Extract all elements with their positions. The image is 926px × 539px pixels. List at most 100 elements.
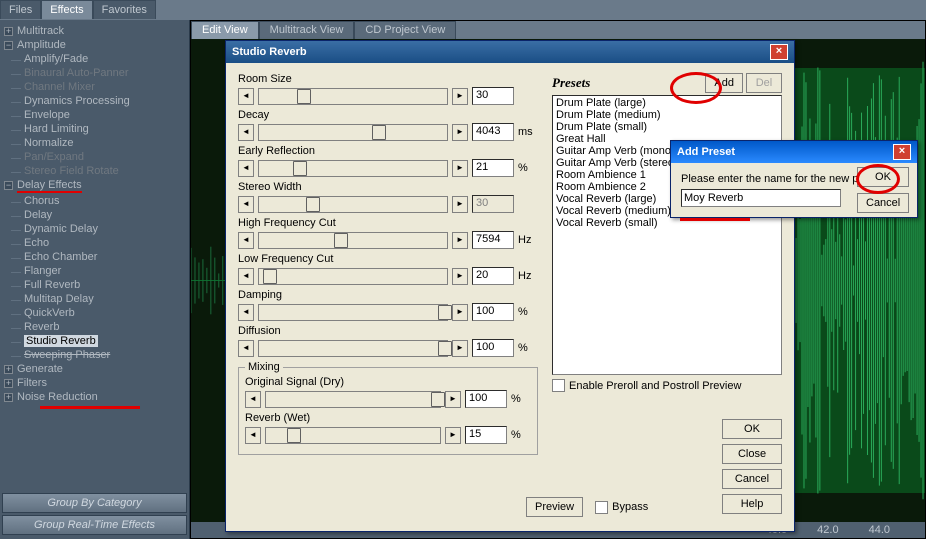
tree-item-studio-reverb[interactable]: Studio Reverb (2, 334, 187, 348)
increment-button[interactable]: ► (452, 340, 468, 357)
tree-item-echo-chamber[interactable]: Echo Chamber (2, 250, 187, 264)
tree-item-chorus[interactable]: Chorus (2, 194, 187, 208)
decrement-button[interactable]: ◄ (245, 391, 261, 408)
add-preset-button[interactable]: Add (705, 73, 743, 93)
increment-button[interactable]: ► (452, 304, 468, 321)
value-input[interactable]: 7594 (472, 231, 514, 249)
tab-favorites[interactable]: Favorites (93, 0, 156, 19)
cancel-button[interactable]: Cancel (722, 469, 782, 489)
preset-item[interactable]: Drum Plate (large) (554, 97, 780, 109)
preset-name-input[interactable] (681, 189, 841, 207)
bypass-checkbox[interactable] (595, 501, 608, 514)
tree-item-echo[interactable]: Echo (2, 236, 187, 250)
tab-edit-view[interactable]: Edit View (191, 21, 259, 39)
tree-item-pan-expand[interactable]: Pan/Expand (2, 150, 187, 164)
decrement-button[interactable]: ◄ (245, 427, 261, 444)
increment-button[interactable]: ► (452, 124, 468, 141)
preset-item[interactable]: Drum Plate (small) (554, 121, 780, 133)
increment-button[interactable]: ► (452, 268, 468, 285)
tab-files[interactable]: Files (0, 0, 41, 19)
decrement-button[interactable]: ◄ (238, 88, 254, 105)
tree-item-multitap-delay[interactable]: Multitap Delay (2, 292, 187, 306)
increment-button[interactable]: ► (452, 160, 468, 177)
decrement-button[interactable]: ◄ (238, 160, 254, 177)
preset-item[interactable]: Drum Plate (medium) (554, 109, 780, 121)
decrement-button[interactable]: ◄ (238, 304, 254, 321)
preset-item[interactable]: Vocal Reverb (small) (554, 217, 780, 229)
decrement-button[interactable]: ◄ (238, 124, 254, 141)
tree-delay-effects[interactable]: −Delay Effects (2, 178, 187, 194)
tree-generate[interactable]: +Generate (2, 362, 187, 376)
unit-label: % (518, 342, 538, 354)
dialog-titlebar[interactable]: Studio Reverb × (226, 41, 794, 63)
slider-track[interactable] (265, 427, 441, 444)
tree-item-dynamics-processing[interactable]: Dynamics Processing (2, 94, 187, 108)
value-input[interactable]: 30 (472, 87, 514, 105)
tree-noise-reduction[interactable]: +Noise Reduction (2, 390, 187, 404)
tree-multitrack[interactable]: +Multitrack (2, 24, 187, 38)
value-input[interactable]: 100 (472, 339, 514, 357)
group-by-category-button[interactable]: Group By Category (2, 493, 187, 513)
slider-track[interactable] (258, 88, 448, 105)
increment-button[interactable]: ► (452, 196, 468, 213)
slider-track[interactable] (258, 196, 448, 213)
tree-item-full-reverb[interactable]: Full Reverb (2, 278, 187, 292)
tree-filters[interactable]: +Filters (2, 376, 187, 390)
decrement-button[interactable]: ◄ (238, 268, 254, 285)
close-icon[interactable]: × (893, 144, 911, 160)
add-preset-ok-button[interactable]: OK (857, 167, 909, 187)
tree-item-quickverb[interactable]: QuickVerb (2, 306, 187, 320)
tab-cd-project-view[interactable]: CD Project View (354, 21, 456, 39)
param-damping: Damping◄►100% (238, 289, 538, 321)
value-input[interactable]: 21 (472, 159, 514, 177)
slider-track[interactable] (258, 160, 448, 177)
enable-preroll-checkbox[interactable] (552, 379, 565, 392)
unit-label: % (511, 393, 531, 405)
tree-item-stereo-field-rotate[interactable]: Stereo Field Rotate (2, 164, 187, 178)
slider-track[interactable] (265, 391, 441, 408)
tree-item-reverb[interactable]: Reverb (2, 320, 187, 334)
group-realtime-effects-button[interactable]: Group Real-Time Effects (2, 515, 187, 535)
tree-item-delay[interactable]: Delay (2, 208, 187, 222)
tab-effects[interactable]: Effects (41, 0, 92, 19)
preview-button[interactable]: Preview (526, 497, 583, 517)
slider-track[interactable] (258, 340, 448, 357)
tree-item-amplify-fade[interactable]: Amplify/Fade (2, 52, 187, 66)
tree-item-envelope[interactable]: Envelope (2, 108, 187, 122)
value-input[interactable]: 4043 (472, 123, 514, 141)
tree-item-binaural-auto-panner[interactable]: Binaural Auto-Panner (2, 66, 187, 80)
value-input[interactable]: 100 (465, 390, 507, 408)
increment-button[interactable]: ► (452, 88, 468, 105)
slider-track[interactable] (258, 232, 448, 249)
slider-track[interactable] (258, 304, 448, 321)
close-button[interactable]: Close (722, 444, 782, 464)
tree-item-sweeping-phaser[interactable]: Sweeping Phaser (2, 348, 187, 362)
increment-button[interactable]: ► (445, 391, 461, 408)
effects-tree[interactable]: +Multitrack −Amplitude Amplify/FadeBinau… (0, 20, 189, 480)
increment-button[interactable]: ► (452, 232, 468, 249)
close-icon[interactable]: × (770, 44, 788, 60)
tree-item-flanger[interactable]: Flanger (2, 264, 187, 278)
ok-button[interactable]: OK (722, 419, 782, 439)
tree-item-dynamic-delay[interactable]: Dynamic Delay (2, 222, 187, 236)
increment-button[interactable]: ► (445, 427, 461, 444)
decrement-button[interactable]: ◄ (238, 196, 254, 213)
tab-multitrack-view[interactable]: Multitrack View (259, 21, 355, 39)
preset-listbox[interactable]: Drum Plate (large)Drum Plate (medium)Dru… (552, 95, 782, 375)
tree-item-hard-limiting[interactable]: Hard Limiting (2, 122, 187, 136)
tree-item-channel-mixer[interactable]: Channel Mixer (2, 80, 187, 94)
del-preset-button[interactable]: Del (746, 73, 782, 93)
add-preset-cancel-button[interactable]: Cancel (857, 193, 909, 213)
slider-track[interactable] (258, 268, 448, 285)
help-button[interactable]: Help (722, 494, 782, 514)
decrement-button[interactable]: ◄ (238, 232, 254, 249)
value-input[interactable]: 30 (472, 195, 514, 213)
value-input[interactable]: 20 (472, 267, 514, 285)
tree-amplitude[interactable]: −Amplitude (2, 38, 187, 52)
value-input[interactable]: 100 (472, 303, 514, 321)
tree-item-normalize[interactable]: Normalize (2, 136, 187, 150)
slider-track[interactable] (258, 124, 448, 141)
value-input[interactable]: 15 (465, 426, 507, 444)
dialog-titlebar[interactable]: Add Preset × (671, 141, 917, 163)
decrement-button[interactable]: ◄ (238, 340, 254, 357)
